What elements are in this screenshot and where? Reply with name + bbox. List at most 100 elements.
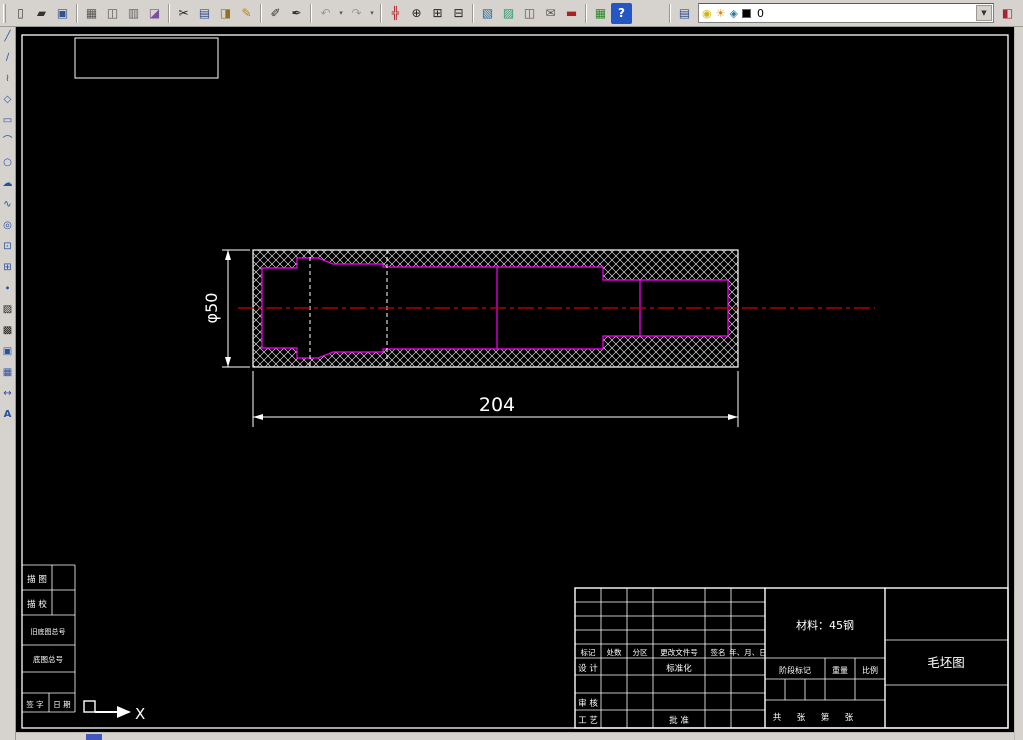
markup-icon[interactable]: ✉: [540, 3, 561, 24]
make-block-tool-icon[interactable]: ⊞: [1, 261, 15, 275]
hatch-tool-icon[interactable]: ▨: [1, 303, 15, 317]
new-file-icon[interactable]: ▯: [10, 3, 31, 24]
separator: [472, 3, 474, 23]
sheet-no-label: 第: [821, 712, 830, 723]
current-layer-name: 0: [756, 6, 764, 20]
cut-icon[interactable]: ✂: [173, 3, 194, 24]
sheet-label-2: 张: [845, 713, 854, 723]
material-text: 材料：45钢: [796, 618, 854, 632]
stage-mark-label: 阶段标记: [779, 665, 811, 675]
help-icon[interactable]: ?: [611, 2, 632, 24]
spline-tool-icon[interactable]: ∿: [1, 198, 15, 212]
layer-manager-icon[interactable]: ◧: [997, 3, 1018, 24]
revcloud-tool-icon[interactable]: ☁: [1, 177, 15, 191]
ucs-icon: X: [83, 700, 145, 723]
weight-label: 重量: [832, 665, 848, 675]
redo-icon[interactable]: ↷: [346, 3, 367, 24]
check-label: 审 核: [578, 698, 598, 709]
open-file-icon[interactable]: ▰: [31, 3, 52, 24]
separator: [380, 3, 382, 23]
layer-previous-icon[interactable]: ◨: [1018, 3, 1023, 24]
gradient-tool-icon[interactable]: ▩: [1, 324, 15, 338]
top-toolbar: ▯ ▰ ▣ ▦ ◫ ▥ ◪ ✂ ▤ ◨ ✎ ✐ ✒ ↶ ▾ ↷ ▾ ╬ ⊕ ⊞ …: [0, 0, 1023, 27]
design-center-icon[interactable]: ▧: [477, 3, 498, 24]
separator: [585, 3, 587, 23]
print-icon[interactable]: ▦: [81, 3, 102, 24]
paste-icon[interactable]: ◨: [215, 3, 236, 24]
undo-icon[interactable]: ↶: [315, 3, 336, 24]
tracing-check-label: 描 校: [27, 599, 47, 610]
revision-col-mark: 标记: [581, 647, 596, 657]
layer-color-swatch[interactable]: [741, 8, 751, 18]
save-icon[interactable]: ▣: [52, 3, 73, 24]
print-preview-icon[interactable]: ◫: [102, 3, 123, 24]
table-icon[interactable]: ▦: [590, 3, 611, 24]
title-block[interactable]: 标记 处数 分区 更改文件号 签名 年、月、日 设 计 标准化 审 核 工 艺 …: [574, 587, 1009, 729]
revision-col-date: 年、月、日: [729, 647, 767, 657]
undo-caret-icon[interactable]: ▾: [336, 3, 346, 24]
copy-icon[interactable]: ▤: [194, 3, 215, 24]
polygon-tool-icon[interactable]: ◇: [1, 93, 15, 107]
revision-col-fileno: 更改文件号: [660, 647, 698, 657]
rectangle-tool-icon[interactable]: ▭: [1, 114, 15, 128]
layer-lock-icon[interactable]: ◈: [729, 8, 737, 19]
table-tool-icon[interactable]: ▦: [1, 366, 15, 380]
scale-label: 比例: [862, 665, 878, 675]
arc-tool-icon[interactable]: ⌒: [1, 135, 15, 149]
separator: [76, 3, 78, 23]
separator: [168, 3, 170, 23]
layer-on-bulb-icon[interactable]: ◉: [702, 8, 712, 19]
pen-edit-icon[interactable]: ✒: [286, 3, 307, 24]
match-properties-icon[interactable]: ✎: [236, 3, 257, 24]
layers-icon[interactable]: ▤: [674, 3, 695, 24]
region-tool-icon[interactable]: ▣: [1, 345, 15, 359]
drawing-title-text: 毛坯图: [927, 655, 965, 670]
old-base-no-label: 旧底图总号: [31, 627, 66, 636]
standard-toolbar: ▯ ▰ ▣ ▦ ◫ ▥ ◪ ✂ ▤ ◨ ✎ ✐ ✒ ↶ ▾ ↷ ▾ ╬ ⊕ ⊞ …: [2, 2, 632, 24]
sheet-set-icon[interactable]: ◫: [519, 3, 540, 24]
layer-combo[interactable]: ◉ ☀ ◈ 0 ▼: [698, 3, 994, 23]
insert-block-tool-icon[interactable]: ⊡: [1, 240, 15, 254]
zoom-window-icon[interactable]: ⊞: [427, 3, 448, 24]
process-label: 工 艺: [578, 716, 598, 726]
zoom-realtime-icon[interactable]: ⊕: [406, 3, 427, 24]
tracing-label: 描 图: [27, 574, 47, 585]
drawing-canvas[interactable]: φ50 204 标记 处数 分区 更改文件号 签名 年、月、日 设 计 标准化 …: [16, 27, 1014, 732]
draw-toolbar: ╱ ∕ ≀ ◇ ▭ ⌒ ○ ☁ ∿ ◎ ⊡ ⊞ ∙ ▨ ▩ ▣ ▦ ↔ A: [0, 27, 16, 740]
ellipse-tool-icon[interactable]: ◎: [1, 219, 15, 233]
revision-col-signature: 签名: [711, 647, 726, 657]
point-tool-icon[interactable]: ∙: [1, 282, 15, 296]
publish-icon[interactable]: ◪: [144, 3, 165, 24]
polyline-tool-icon[interactable]: ≀: [1, 72, 15, 86]
base-no-label: 底图总号: [33, 654, 63, 664]
separator: [260, 3, 262, 23]
standardization-label: 标准化: [666, 663, 692, 674]
horizontal-scrollbar[interactable]: [16, 732, 1014, 740]
toolbar-grip[interactable]: [3, 3, 6, 23]
separator: [310, 3, 312, 23]
layer-freeze-sun-icon[interactable]: ☀: [716, 8, 726, 19]
pan-icon[interactable]: ╬: [385, 3, 406, 24]
dimension-length[interactable]: 204: [252, 371, 739, 427]
layer-dropdown-arrow-icon[interactable]: ▼: [976, 5, 992, 21]
design-label: 设 计: [578, 663, 598, 674]
zoom-previous-icon[interactable]: ⊟: [448, 3, 469, 24]
plot-icon[interactable]: ▥: [123, 3, 144, 24]
left-frame-table[interactable]: 描 图 描 校 旧底图总号 底图总号 签 字 日 期: [22, 564, 76, 713]
line-tool-icon[interactable]: ╱: [1, 30, 15, 44]
redo-caret-icon[interactable]: ▾: [367, 3, 377, 24]
scrollbar-thumb[interactable]: [86, 734, 102, 740]
vertical-scrollbar[interactable]: [1014, 27, 1023, 740]
dimension-tool-icon[interactable]: ↔: [1, 387, 15, 401]
reference-book-icon[interactable]: ▬: [561, 3, 582, 24]
tool-palettes-icon[interactable]: ▨: [498, 3, 519, 24]
date-label: 日 期: [53, 700, 70, 709]
mtext-tool-icon[interactable]: A: [1, 408, 15, 422]
circle-tool-icon[interactable]: ○: [1, 156, 15, 170]
revision-col-count: 处数: [607, 647, 622, 657]
revision-col-zone: 分区: [633, 648, 648, 657]
sheet-total-label: 共: [773, 713, 782, 723]
xline-tool-icon[interactable]: ∕: [1, 51, 15, 65]
x-axis-label: X: [135, 705, 145, 723]
pencil-edit-icon[interactable]: ✐: [265, 3, 286, 24]
